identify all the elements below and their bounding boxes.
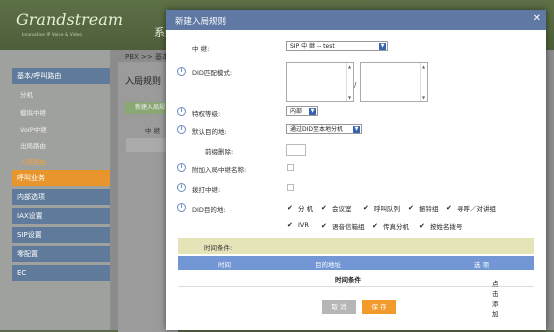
scrollbar[interactable]: ▲ ▼ [420, 63, 427, 101]
info-icon[interactable]: i [177, 203, 186, 212]
close-icon[interactable]: ✕ [533, 13, 541, 24]
column-time: 时间 [218, 261, 231, 269]
scroll-down-icon[interactable]: ▼ [422, 95, 425, 100]
add-time-condition-link[interactable]: 点击添加 时间条件 [335, 274, 499, 318]
info-icon[interactable]: i [177, 125, 186, 134]
breadcrumb: PBX >> 基本 [125, 53, 169, 61]
cancel-button[interactable]: 取 消 [322, 300, 356, 314]
info-icon[interactable]: i [177, 107, 186, 116]
dial-trunk-checkbox[interactable] [287, 184, 294, 191]
time-conditions-table-header: 时间 目的地址 选 项 [178, 256, 534, 270]
column-header-trunk: 中 继 [145, 127, 161, 135]
check-icon[interactable]: ✔ [363, 204, 371, 212]
did-dest-dial-by-name[interactable]: ✔ 按姓名拨号 [419, 221, 463, 231]
did-separator: / [354, 81, 357, 89]
did-dest-extension[interactable]: ✔ 分 机 [287, 203, 313, 213]
did-dest-fax[interactable]: ✔ 传真分机 [372, 221, 409, 231]
column-options: 选 项 [474, 261, 490, 269]
did-dest-ivr[interactable]: ✔ IVR [287, 221, 309, 229]
chevron-down-icon: ▼ [379, 43, 386, 50]
scroll-down-icon[interactable]: ▼ [348, 95, 351, 100]
sidebar: 基本/呼叫路由 分机 模拟中继 VoIP中继 出局路由 入局路由 呼叫业务 内部… [0, 50, 110, 330]
info-icon[interactable]: i [177, 183, 186, 192]
privilege-label: 特权等级: [192, 110, 221, 118]
dialog-title-bar: 新建入局规则 ✕ [166, 10, 546, 30]
did-destination-label: DID目的地: [192, 206, 226, 214]
add-time-condition-row: 点击添加 时间条件 [178, 270, 534, 318]
time-conditions-header: 时间条件: [178, 238, 534, 254]
scrollbar[interactable]: ▲ ▼ [346, 63, 353, 101]
chevron-down-icon: ▼ [353, 126, 360, 133]
check-icon[interactable]: ✔ [446, 204, 454, 212]
did-pattern-label: DID匹配模式: [192, 69, 233, 77]
default-destination-label: 默认目的地: [192, 128, 227, 136]
sidebar-item-analog-trunks[interactable]: 模拟中继 [12, 105, 110, 121]
chevron-down-icon: ▼ [309, 108, 316, 115]
default-destination-value: 通过DID至本地分机 [290, 126, 344, 133]
trunk-select-value: SIP 中 继 -- test [290, 43, 335, 50]
did-dest-call-queue[interactable]: ✔ 呼叫队列 [363, 203, 400, 213]
privilege-select[interactable]: 内部 ▼ [286, 106, 318, 116]
dial-trunk-label: 拨打中继: [192, 186, 221, 194]
sidebar-item-iax-settings[interactable]: IAX设置 [12, 208, 110, 224]
sidebar-item-call-features[interactable]: 呼叫业务 [12, 170, 110, 186]
check-icon[interactable]: ✔ [321, 204, 329, 212]
trunk-label: 中 继: [192, 45, 210, 53]
sidebar-item-internal-options[interactable]: 内部选项 [12, 189, 110, 205]
trunk-select[interactable]: SIP 中 继 -- test ▼ [286, 41, 388, 51]
did-dest-conference[interactable]: ✔ 会议室 [321, 203, 352, 213]
info-icon[interactable]: i [177, 163, 186, 172]
time-conditions-title: 时间条件: [204, 244, 233, 252]
prefix-strip-input[interactable] [286, 144, 306, 156]
did-dest-voicemail-group[interactable]: ✔ 语音信箱组 [321, 221, 365, 231]
logo-subtitle: Innovative IP Voice & Video [22, 32, 83, 37]
sidebar-item-sip-settings[interactable]: SIP设置 [12, 227, 110, 243]
default-destination-select[interactable]: 通过DID至本地分机 ▼ [286, 124, 362, 134]
did-pattern-suffix-input[interactable]: ▲ ▼ [360, 62, 428, 102]
new-inbound-rule-dialog: 新建入局规则 ✕ 中 继: SIP 中 继 -- test ▼ i DID匹配模… [166, 10, 546, 330]
sidebar-item-voip-trunks[interactable]: VoIP中继 [12, 122, 110, 138]
privilege-select-value: 内部 [290, 108, 303, 115]
save-button[interactable]: 保 存 [362, 300, 396, 314]
prepend-trunk-name-checkbox[interactable] [287, 164, 294, 171]
info-icon[interactable]: i [177, 67, 186, 76]
sidebar-item-extensions[interactable]: 分机 [12, 87, 110, 103]
sidebar-item-ec[interactable]: EC [12, 265, 110, 281]
sidebar-item-zero-config[interactable]: 零配置 [12, 246, 110, 262]
check-icon[interactable]: ✔ [372, 222, 380, 230]
prefix-strip-label: 前缀删除: [205, 148, 234, 156]
sidebar-item-outbound-routes[interactable]: 出局路由 [12, 138, 110, 154]
check-icon[interactable]: ✔ [287, 204, 295, 212]
prepend-trunk-name-label: 附加入局中继名称: [192, 166, 247, 174]
did-dest-ring-group[interactable]: ✔ 振铃组 [408, 203, 439, 213]
did-pattern-input[interactable]: ▲ ▼ [286, 62, 354, 102]
sidebar-item-inbound-routes[interactable]: 入局路由 [12, 154, 110, 170]
sidebar-item-basic-routing[interactable]: 基本/呼叫路由 [12, 68, 110, 84]
check-icon[interactable]: ✔ [321, 222, 329, 230]
logo: Grandstream [16, 10, 123, 29]
scroll-up-icon[interactable]: ▲ [348, 64, 351, 69]
check-icon[interactable]: ✔ [408, 204, 416, 212]
column-destination: 目的地址 [315, 261, 341, 269]
scroll-up-icon[interactable]: ▲ [422, 64, 425, 69]
dialog-title: 新建入局规则 [175, 17, 227, 27]
did-dest-paging-group[interactable]: ✔ 寻呼／对讲组 [446, 203, 496, 213]
check-icon[interactable]: ✔ [419, 222, 427, 230]
check-icon[interactable]: ✔ [287, 221, 295, 229]
page-title: 入局规则 [125, 77, 162, 87]
